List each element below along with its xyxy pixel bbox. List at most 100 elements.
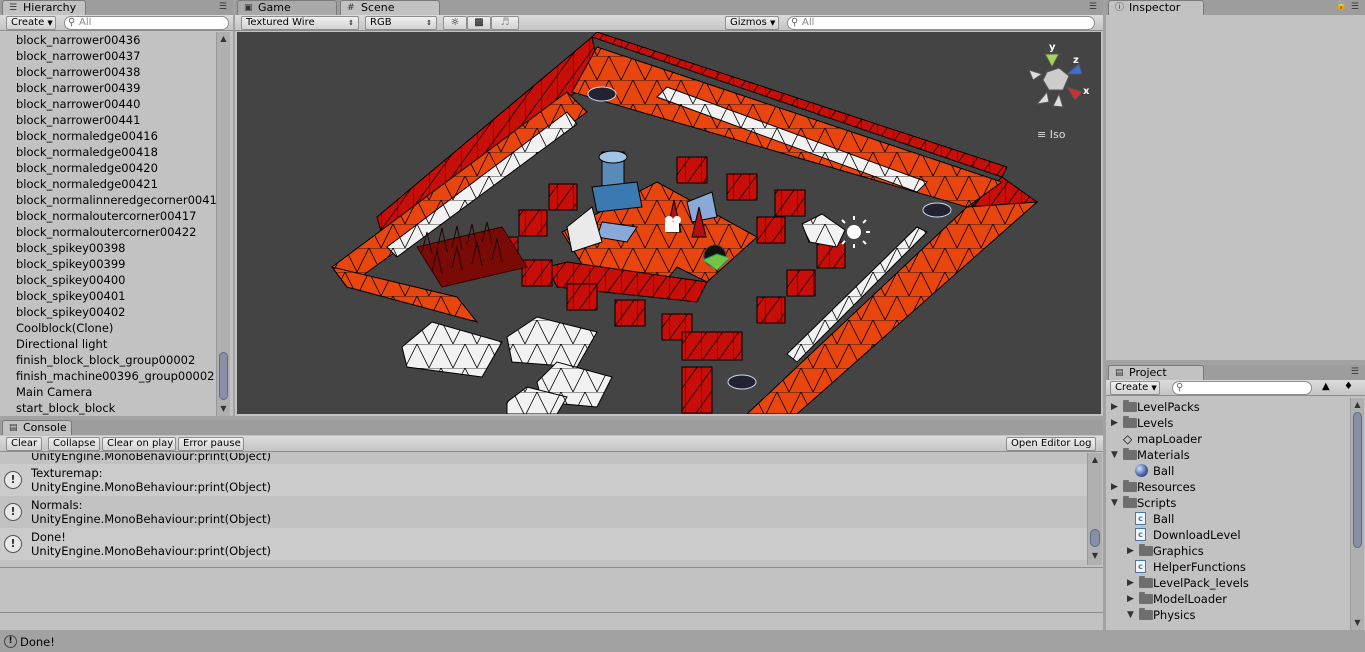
hierarchy-item[interactable]: block_normalinneredgecorner0041 [0, 192, 216, 208]
collapsed-arrow-icon[interactable]: ▶ [1111, 479, 1121, 495]
scene-viewport[interactable]: y z x ≡ Iso [237, 32, 1101, 414]
scroll-up-arrow-icon[interactable]: ▲ [1088, 455, 1102, 464]
collapsed-arrow-icon[interactable]: ▶ [1127, 543, 1137, 559]
hierarchy-item[interactable]: Directional light [0, 336, 216, 352]
scroll-up-arrow-icon[interactable]: ▲ [1351, 400, 1364, 409]
tab-scene[interactable]: # Scene [340, 0, 440, 15]
hierarchy-create-button[interactable]: Create ▼ [6, 16, 56, 30]
project-item[interactable]: ▶ Levels [1107, 415, 1350, 431]
tab-console-label: Console [23, 421, 67, 434]
hierarchy-item[interactable]: block_normaloutercorner00417 [0, 208, 216, 224]
project-scroll-thumb[interactable] [1353, 412, 1362, 548]
console-clear-on-play-button[interactable]: Clear on play [102, 437, 176, 451]
project-item[interactable]: c DownloadLevel [1107, 527, 1350, 543]
hierarchy-item[interactable]: block_narrower00439 [0, 80, 216, 96]
console-scrollbar[interactable]: ▲ ▼ [1087, 453, 1102, 565]
project-search-input[interactable]: ⚲ [1172, 381, 1312, 395]
collapsed-arrow-icon[interactable]: ▶ [1127, 591, 1137, 607]
project-item[interactable]: c Ball [1107, 511, 1350, 527]
console-entry[interactable]: ! Normals: UnityEngine.MonoBehaviour:print… [0, 496, 1087, 528]
iso-toggle[interactable]: ≡ Iso [1037, 128, 1065, 141]
expanded-arrow-icon[interactable]: ▼ [1111, 447, 1121, 463]
project-item[interactable]: ▶ Resources [1107, 479, 1350, 495]
expanded-arrow-icon[interactable]: ▼ [1127, 607, 1137, 623]
project-item[interactable]: ▶ ModelLoader [1107, 591, 1350, 607]
project-item[interactable]: ◇ mapLoader [1107, 431, 1350, 447]
hierarchy-item[interactable]: Main Camera [0, 384, 216, 400]
console-entry[interactable]: ! Texturemap: UnityEngine.MonoBehaviour:pr… [0, 464, 1087, 496]
project-item[interactable]: ▶ LevelPacks [1107, 399, 1350, 415]
hierarchy-item[interactable]: block_narrower00436 [0, 32, 216, 48]
panel-menu-icon[interactable]: ☰ [1351, 2, 1359, 12]
hierarchy-item[interactable]: block_spikey00401 [0, 288, 216, 304]
scene-audio-toggle[interactable]: ♬ [491, 16, 519, 30]
hierarchy-item[interactable]: finish_block_block_group00002 [0, 352, 216, 368]
hierarchy-search-placeholder: All [79, 17, 92, 28]
render-mode-dropdown[interactable]: Textured Wire ⇕ [241, 16, 359, 30]
filter-label-icon[interactable]: ♦ [1344, 381, 1353, 392]
panel-menu-icon[interactable]: ☰ [219, 2, 227, 12]
hierarchy-scrollbar[interactable]: ▲ ▼ [216, 32, 230, 416]
tab-game[interactable]: ▣ Game [237, 0, 337, 15]
collapsed-arrow-icon[interactable]: ▶ [1111, 399, 1121, 415]
scroll-down-arrow-icon[interactable]: ▼ [1351, 618, 1364, 627]
collapsed-arrow-icon[interactable]: ▶ [1127, 575, 1137, 591]
project-item[interactable]: ▶ Graphics [1107, 543, 1350, 559]
hierarchy-item[interactable]: block_normaledge00421 [0, 176, 216, 192]
project-item[interactable]: ▼ Physics [1107, 607, 1350, 623]
tab-inspector[interactable]: ⓘ Inspector [1108, 0, 1204, 15]
scene-search-input[interactable]: ⚲ All [787, 16, 1095, 30]
color-mode-dropdown[interactable]: RGB ⇕ [365, 16, 437, 30]
tab-console[interactable]: ▤ Console [2, 420, 72, 435]
hierarchy-item[interactable]: block_normaloutercorner00422 [0, 224, 216, 240]
project-create-button[interactable]: Create ▼ [1110, 381, 1160, 395]
clear-label: Clear [11, 438, 38, 449]
hierarchy-item[interactable]: block_spikey00400 [0, 272, 216, 288]
hierarchy-item[interactable]: block_narrower00441 [0, 112, 216, 128]
console-detail-area[interactable] [0, 567, 1103, 613]
scroll-down-arrow-icon[interactable]: ▼ [217, 404, 230, 413]
lock-icon[interactable]: 🔒 [1336, 1, 1347, 11]
hierarchy-item[interactable]: block_spikey00402 [0, 304, 216, 320]
scroll-up-arrow-icon[interactable]: ▲ [217, 34, 230, 43]
tab-project[interactable]: ▤ Project [1108, 365, 1204, 380]
hierarchy-item[interactable]: finish_machine00396_group00002 [0, 368, 216, 384]
filter-type-icon[interactable]: ▲ [1322, 381, 1330, 392]
console-clear-button[interactable]: Clear [6, 437, 42, 451]
hierarchy-item[interactable]: block_narrower00438 [0, 64, 216, 80]
console-scroll-thumb[interactable] [1090, 529, 1100, 547]
console-entry-detail: UnityEngine.MonoBehaviour:print(Object) [31, 480, 272, 494]
hierarchy-item[interactable]: block_spikey00399 [0, 256, 216, 272]
hierarchy-item[interactable]: block_normaledge00418 [0, 144, 216, 160]
project-item[interactable]: Ball [1107, 463, 1350, 479]
tab-hierarchy[interactable]: ☰ Hierarchy [2, 0, 86, 15]
hierarchy-item[interactable]: block_normaledge00416 [0, 128, 216, 144]
console-entry[interactable]: ! Done! UnityEngine.MonoBehaviour:print(Ob… [0, 528, 1087, 560]
scroll-down-arrow-icon[interactable]: ▼ [1088, 551, 1102, 560]
status-text[interactable]: Done! [20, 635, 55, 649]
project-scrollbar[interactable]: ▲ ▼ [1350, 398, 1364, 630]
open-editor-log-button[interactable]: Open Editor Log [1006, 437, 1096, 451]
scene-lighting-toggle[interactable]: ☼ [443, 16, 467, 30]
hierarchy-item[interactable]: block_spikey00398 [0, 240, 216, 256]
hierarchy-item[interactable]: Coolblock(Clone) [0, 320, 216, 336]
panel-menu-icon[interactable]: ☰ [1089, 2, 1097, 12]
panel-menu-icon[interactable]: ☰ [1351, 367, 1359, 377]
hierarchy-item[interactable]: start_block_block [0, 400, 216, 416]
collapsed-arrow-icon[interactable]: ▶ [1111, 415, 1121, 431]
scene-image-toggle[interactable]: ▩ [467, 16, 491, 30]
console-error-pause-button[interactable]: Error pause [178, 437, 244, 451]
project-item[interactable]: ▼ Materials [1107, 447, 1350, 463]
hierarchy-search-input[interactable]: ⚲ All [64, 16, 229, 30]
hierarchy-item[interactable]: block_narrower00440 [0, 96, 216, 112]
console-entry-partial[interactable]: UnityEngine.MonoBehaviour:print(Object) [0, 453, 1087, 464]
expanded-arrow-icon[interactable]: ▼ [1111, 495, 1121, 511]
project-item[interactable]: ▶ LevelPack_levels [1107, 575, 1350, 591]
project-item[interactable]: ▼ Scripts [1107, 495, 1350, 511]
hierarchy-item[interactable]: block_narrower00437 [0, 48, 216, 64]
hierarchy-scroll-thumb[interactable] [219, 352, 228, 400]
project-item[interactable]: c HelperFunctions [1107, 559, 1350, 575]
gizmos-dropdown[interactable]: Gizmos ▼ [725, 16, 779, 30]
hierarchy-item[interactable]: block_normaledge00420 [0, 160, 216, 176]
console-collapse-button[interactable]: Collapse [48, 437, 100, 451]
